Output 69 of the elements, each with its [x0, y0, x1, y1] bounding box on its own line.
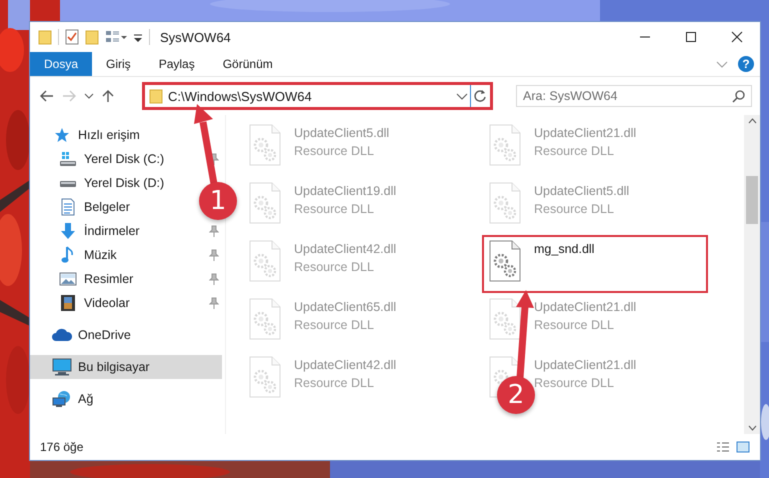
file-name: UpdateClient5.dll [294, 126, 390, 140]
search-icon [732, 90, 745, 103]
picture-icon [59, 271, 77, 287]
close-icon[interactable] [731, 31, 743, 43]
file-name: mg_snd.dll [534, 242, 594, 256]
file-type: Resource DLL [534, 376, 615, 390]
file-name: UpdateClient21.dll [534, 126, 636, 140]
file-type: Resource DLL [534, 202, 615, 216]
file-name: UpdateClient42.dll [294, 242, 396, 256]
drive-icon [59, 151, 77, 167]
cloud-icon [52, 328, 72, 342]
file-type: Resource DLL [534, 318, 615, 332]
file-name: UpdateClient5.dll [534, 184, 630, 198]
window-title: SysWOW64 [160, 30, 232, 44]
file-type: Resource DLL [294, 144, 375, 158]
ribbon-tab[interactable]: Paylaş [144, 52, 209, 76]
scroll-thumb[interactable] [746, 176, 758, 224]
sidebar-item[interactable]: Belgeler [30, 195, 194, 219]
file-name: UpdateClient21.dll [534, 300, 636, 314]
file-name: UpdateClient19.dll [294, 184, 396, 198]
tiles-view-icon[interactable] [736, 441, 750, 453]
item-count: 176 öğe [40, 440, 84, 454]
sidebar-item[interactable]: Resimler [30, 267, 194, 291]
sidebar-item[interactable]: OneDrive [30, 323, 222, 347]
file-name: UpdateClient65.dll [294, 300, 396, 314]
sidebar-item[interactable]: Ağ [30, 387, 222, 411]
scrollbar[interactable] [744, 115, 760, 434]
ribbon-tab[interactable]: Giriş [92, 52, 145, 76]
scroll-up-icon[interactable] [748, 118, 756, 124]
sidebar-item[interactable]: Videolar [30, 291, 194, 315]
file-name: UpdateClient21.dll [534, 358, 636, 372]
sidebar-item[interactable]: Müzik [30, 243, 194, 267]
file-type: Resource DLL [294, 318, 375, 332]
ribbon-tab[interactable]: Dosya [30, 52, 92, 76]
star-icon [54, 127, 70, 143]
search-field[interactable]: Ara: SysWOW64 [516, 85, 752, 107]
music-note-icon [61, 246, 75, 264]
sidebar-item[interactable]: Bu bilgisayar [30, 355, 222, 379]
drive-icon [59, 180, 77, 186]
network-globe-icon [52, 390, 72, 408]
folder-icon [149, 88, 163, 104]
expand-ribbon-icon[interactable] [716, 59, 728, 69]
file-type: Resource DLL [294, 202, 375, 216]
sidebar-item[interactable]: Hızlı erişim [30, 123, 222, 147]
file-name: UpdateClient42.dll [294, 358, 396, 372]
recent-caret-icon[interactable] [84, 92, 94, 100]
scroll-down-icon[interactable] [748, 425, 756, 431]
help-button[interactable]: ? [738, 56, 754, 72]
view-options-icon[interactable] [105, 29, 127, 45]
address-bar[interactable]: C:\Windows\SysWOW64 [142, 82, 493, 110]
sidebar-item[interactable]: Yerel Disk (D:) [30, 171, 194, 195]
file-type: Resource DLL [534, 144, 615, 158]
film-strip-icon [60, 294, 76, 312]
back-arrow-icon[interactable] [40, 90, 54, 102]
sidebar-item[interactable]: İndirmeler [30, 219, 194, 243]
sidebar-item[interactable]: Yerel Disk (C:) [30, 147, 194, 171]
maximize-icon[interactable] [685, 31, 697, 43]
file-type: Resource DLL [294, 260, 375, 274]
up-arrow-icon[interactable] [102, 89, 114, 103]
refresh-icon[interactable] [473, 89, 487, 103]
file-type: Resource DLL [294, 376, 375, 390]
address-path: C:\Windows\SysWOW64 [168, 88, 313, 104]
monitor-icon [52, 358, 72, 376]
document-icon [60, 198, 76, 216]
dropdown-caret-icon[interactable] [456, 92, 468, 100]
download-arrow-icon [59, 222, 77, 240]
properties-icon[interactable] [65, 29, 79, 45]
ribbon-tab[interactable]: Görünüm [208, 52, 287, 76]
details-view-icon[interactable] [716, 441, 730, 453]
